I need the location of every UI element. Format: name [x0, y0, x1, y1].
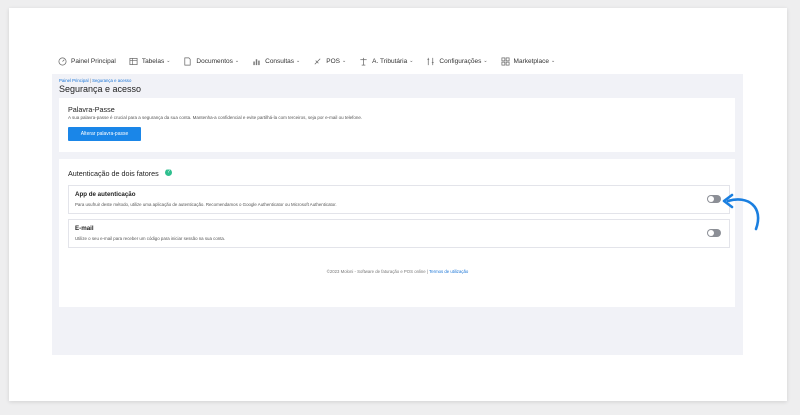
nav-label: Documentos: [196, 57, 233, 65]
grid-icon: [501, 57, 510, 65]
dashboard-icon: [58, 57, 67, 65]
auth-app-option: App de autenticação Para usufruir deste …: [68, 185, 730, 214]
auth-app-description: Para usufruir deste método, utilize uma …: [75, 202, 337, 207]
nav-item-consultas[interactable]: Consultas ⌄: [252, 57, 300, 66]
top-navigation: Painel Principal Tabelas ⌄ Documentos ⌄ …: [52, 48, 743, 74]
chevron-down-icon: ⌄: [550, 58, 556, 64]
page-title: Segurança e acesso: [59, 84, 142, 94]
nav-label: A. Tributária: [372, 57, 408, 65]
nav-label: POS: [326, 57, 340, 65]
chevron-down-icon: ⌄: [234, 58, 240, 64]
breadcrumb-separator: |: [89, 78, 91, 83]
two-factor-title: Autenticação de dois fatores: [68, 169, 159, 178]
password-panel: Palavra-Passe A sua palavra-passe é cruc…: [59, 98, 735, 152]
footer: ©2023 Moloni - Software de faturação e P…: [52, 269, 743, 274]
curved-arrow-icon: [722, 193, 760, 231]
breadcrumb-current-link[interactable]: Segurança e acesso: [92, 78, 131, 83]
nav-item-marketplace[interactable]: Marketplace ⌄: [501, 57, 556, 66]
nav-label: Configurações: [439, 57, 482, 65]
document-icon: [184, 57, 191, 65]
nav-item-configuracoes[interactable]: Configurações ⌄: [426, 57, 488, 66]
nav-label: Painel Principal: [71, 57, 116, 65]
auth-app-title: App de autenticação: [75, 191, 136, 198]
chevron-down-icon: ⌄: [483, 58, 488, 64]
app-window: Painel Principal Tabelas ⌄ Documentos ⌄ …: [52, 48, 743, 355]
toggle-knob: [708, 230, 714, 236]
nav-label: Tabelas: [141, 57, 165, 65]
nav-label: Consultas: [265, 57, 295, 65]
two-factor-panel: Autenticação de dois fatores ? App de au…: [59, 159, 735, 307]
nav-item-tabelas[interactable]: Tabelas ⌄: [129, 57, 171, 66]
chevron-down-icon: ⌄: [166, 58, 171, 64]
tools-icon: [427, 57, 435, 65]
scale-icon: [360, 57, 367, 65]
chevron-down-icon: ⌄: [409, 58, 414, 64]
toggle-knob: [708, 196, 714, 202]
chevron-down-icon: ⌄: [341, 58, 347, 64]
breadcrumb-home-link[interactable]: Painel Principal: [59, 78, 89, 83]
nav-label: Marketplace: [513, 57, 549, 65]
table-icon: [129, 57, 138, 65]
email-option-description: Utilize o seu e-mail para receber um cód…: [75, 236, 226, 241]
change-password-button[interactable]: Alterar palavra-passe: [68, 127, 141, 141]
password-title: Palavra-Passe: [68, 105, 115, 114]
chart-icon: [253, 58, 260, 65]
breadcrumb: Painel Principal | Segurança e acesso: [59, 78, 131, 83]
email-option-title: E-mail: [75, 225, 94, 232]
pos-icon: [314, 58, 321, 64]
nav-item-a-tributaria[interactable]: A. Tributária ⌄: [359, 57, 413, 66]
nav-item-pos[interactable]: POS ⌄: [313, 57, 346, 66]
chevron-down-icon: ⌄: [296, 58, 301, 64]
nav-item-documentos[interactable]: Documentos ⌄: [183, 57, 239, 66]
help-icon[interactable]: ?: [165, 169, 172, 176]
nav-item-painel-principal[interactable]: Painel Principal: [58, 57, 116, 66]
footer-text: ©2023 Moloni - Software de faturação e P…: [326, 269, 428, 274]
terms-link[interactable]: Termos de utilização: [429, 269, 468, 274]
password-description: A sua palavra-passe é crucial para a seg…: [68, 115, 363, 120]
email-option: E-mail Utilize o seu e-mail para receber…: [68, 219, 730, 248]
